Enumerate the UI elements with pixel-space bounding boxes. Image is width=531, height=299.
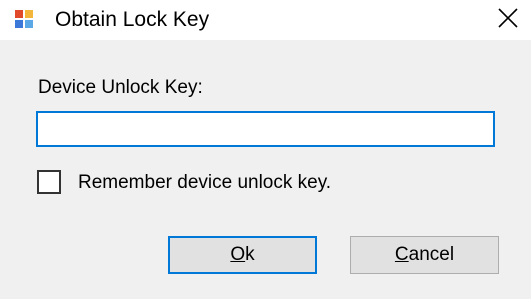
application-window-icon	[14, 9, 34, 29]
window-title: Obtain Lock Key	[55, 8, 210, 31]
remember-key-checkbox[interactable]	[37, 170, 61, 194]
ok-button-label: Ok	[230, 244, 254, 266]
close-button[interactable]	[485, 0, 531, 40]
ok-button[interactable]: Ok	[168, 236, 317, 274]
close-icon	[497, 7, 519, 34]
cancel-accelerator: C	[394, 244, 409, 265]
ok-label-rest: k	[245, 244, 255, 265]
device-unlock-key-input[interactable]	[36, 111, 495, 147]
title-bar: Obtain Lock Key	[0, 0, 531, 40]
remember-key-label[interactable]: Remember device unlock key.	[78, 171, 331, 195]
cancel-label-rest: ancel	[408, 244, 455, 265]
cancel-button[interactable]: Cancel	[350, 236, 499, 274]
cancel-button-label: Cancel	[395, 244, 454, 266]
dialog-window: Obtain Lock Key Device Unlock Key: Remem…	[0, 0, 531, 299]
ok-accelerator: O	[230, 244, 246, 265]
device-unlock-key-label: Device Unlock Key:	[38, 77, 203, 98]
